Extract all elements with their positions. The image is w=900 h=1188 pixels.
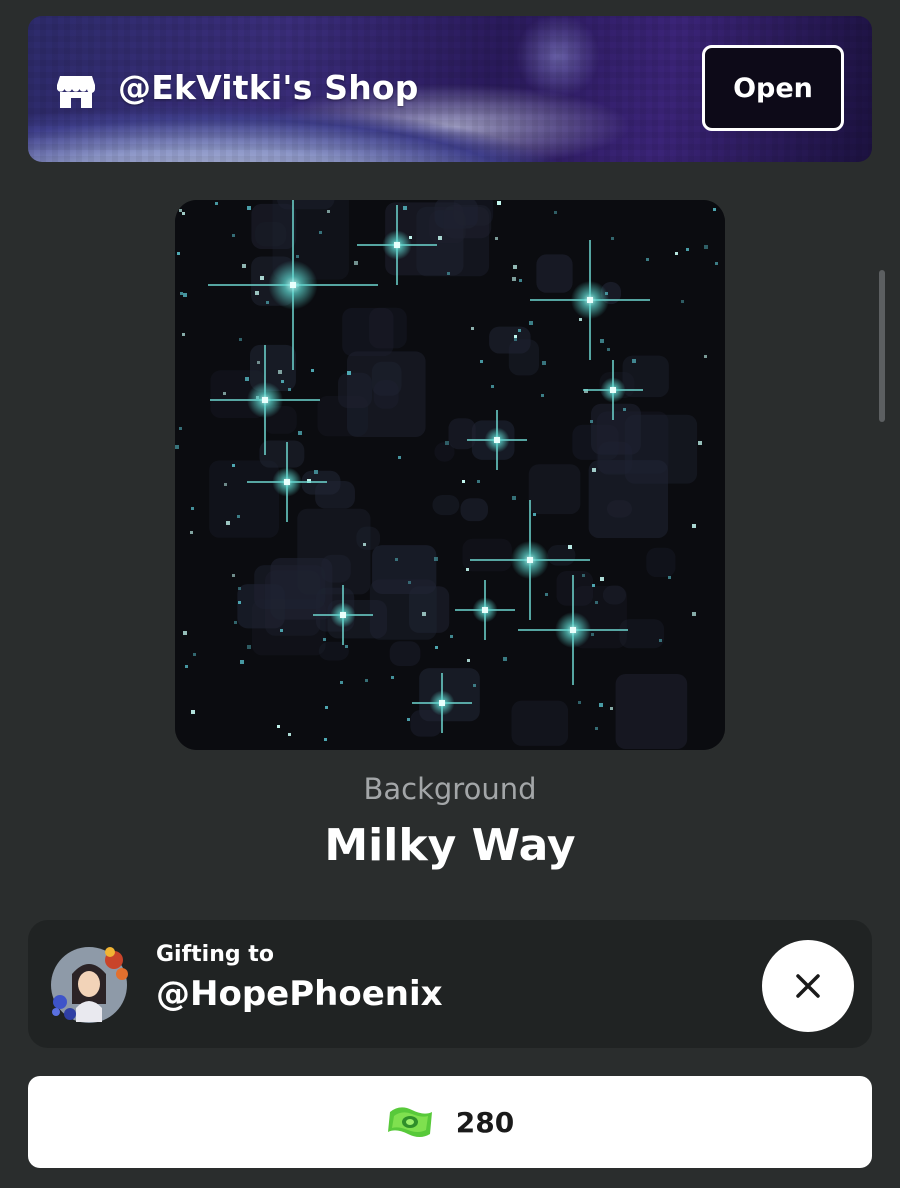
gift-label: Gifting to [156,942,274,967]
cash-icon [387,1107,432,1137]
remove-recipient-button[interactable] [762,940,854,1032]
shop-banner[interactable]: @EkVitki's Shop Open [28,16,872,162]
recipient-avatar [51,947,128,1023]
shop-icon [57,76,95,108]
close-icon [796,974,820,998]
gift-recipient-card: Gifting to @HopePhoenix [28,920,872,1048]
purchase-button[interactable]: 280 [28,1076,872,1168]
gift-recipient-username: @HopePhoenix [156,974,443,1014]
price-label: 280 [455,1105,515,1139]
item-type: Background [363,772,537,806]
scrollbar[interactable] [879,270,885,422]
shop-name: @EkVitki's Shop [118,68,419,107]
item-artwork [175,200,725,750]
open-shop-button[interactable]: Open [702,45,844,131]
item-name: Milky Way [324,820,576,871]
